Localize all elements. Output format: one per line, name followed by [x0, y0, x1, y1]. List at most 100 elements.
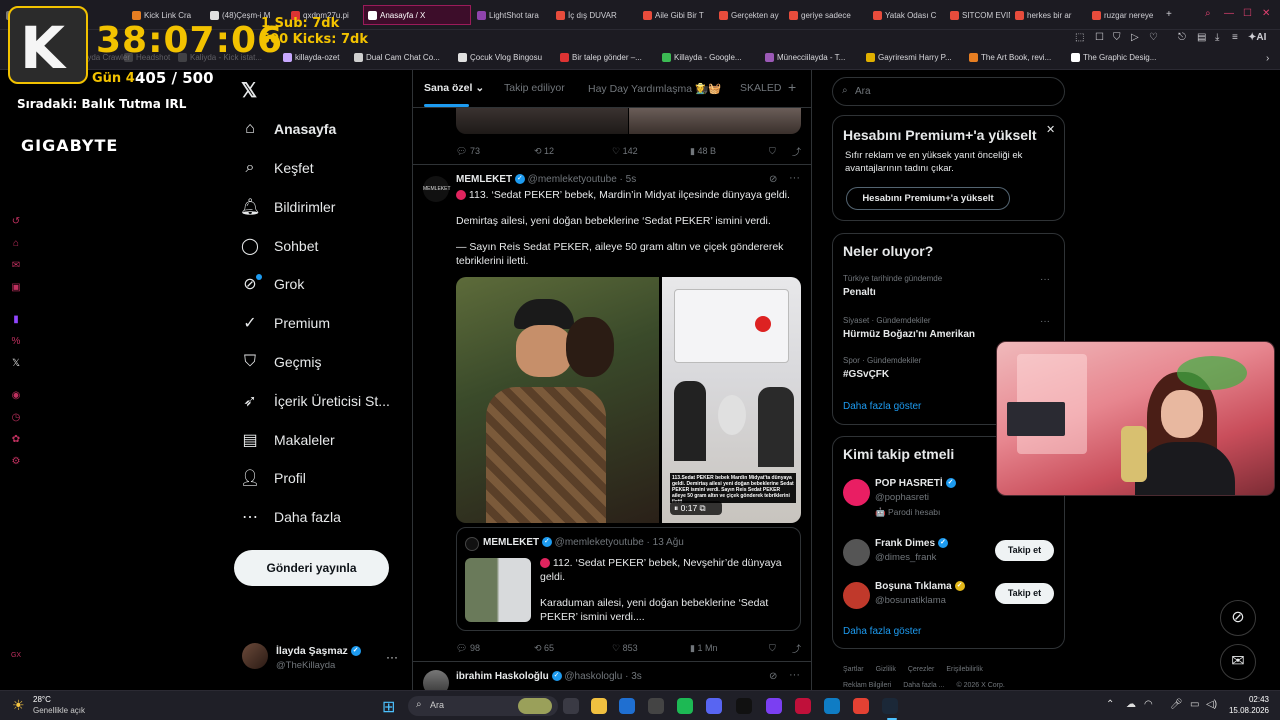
bookmark-item[interactable]: The Art Book, revi... [969, 53, 1051, 62]
trend-item[interactable]: Türkiye tarihinde gündemde Penaltı ··· [833, 274, 1064, 306]
trend-more-icon[interactable]: ··· [1040, 274, 1050, 285]
x-logo-icon[interactable]: 𝕏 [241, 78, 257, 103]
record-icon[interactable]: ◉ [10, 390, 22, 402]
share-button[interactable]: ⤴ [792, 642, 801, 655]
play-icon[interactable]: ▷ [1131, 32, 1139, 43]
shield-icon[interactable]: ⛉ [1113, 32, 1121, 43]
tab-skaled[interactable]: SKALED [740, 82, 781, 94]
premium-upgrade-button[interactable]: Hesabını Premium+'a yükselt [846, 187, 1010, 210]
next-post-author[interactable]: ibrahim Haskoloğlu [456, 671, 549, 682]
post-author[interactable]: MEMLEKET [456, 174, 512, 185]
browser-tab[interactable]: Yatak Odası C [873, 6, 945, 24]
reply-button[interactable]: 💬︎ 98 [456, 643, 480, 654]
bookmark-item[interactable]: Bir talep gönder –... [560, 53, 642, 62]
clock-icon[interactable]: ◷ [10, 412, 22, 424]
nav-item-premium[interactable]: ✓ Premium [240, 308, 330, 338]
bookmark-item[interactable]: Gayriresmi Harry P... [866, 53, 952, 62]
close-icon[interactable]: ✕ [1046, 123, 1055, 136]
trend-more-icon[interactable]: ··· [1040, 316, 1050, 327]
share-icon[interactable]: ⎋ [1178, 32, 1186, 43]
views-button[interactable]: ▮ 1 Mn [690, 643, 717, 654]
chrome-icon[interactable] [853, 698, 869, 714]
spotify-icon[interactable] [677, 698, 693, 714]
taskbar-search[interactable]: ⌕ Ara [408, 696, 558, 716]
who-show-more[interactable]: Daha fazla göster [843, 626, 921, 637]
browser-tab[interactable]: LightShot tara [477, 6, 547, 24]
clock-date[interactable]: 15.08.2026 [1224, 706, 1269, 715]
wallet-side-icon[interactable]: ▣ [10, 282, 22, 294]
video-duration[interactable]: ⏸ 0:17 ⧉ [670, 501, 722, 515]
memleket-avatar[interactable]: MEMLEKET [423, 176, 451, 202]
close-window-icon[interactable]: ✕ [1262, 8, 1270, 19]
bookmark-button[interactable]: ⛉ [769, 643, 776, 654]
footer-link[interactable]: Erişilebilirlik [946, 662, 983, 678]
post-time[interactable]: 5s [626, 174, 637, 185]
steam-icon[interactable] [882, 698, 898, 714]
github-icon[interactable] [648, 698, 664, 714]
repost-button[interactable]: ⟲ 65 [534, 643, 554, 654]
repost-button[interactable]: ⟲ 12 [534, 146, 554, 157]
account-switcher[interactable]: İlayda Şaşmaz ✓ [276, 645, 361, 657]
tab-for-you[interactable]: Sana özel ⌄ [424, 82, 484, 94]
browser-tab[interactable]: Anasayfa / X [363, 5, 471, 25]
next-post-avatar[interactable] [423, 670, 449, 690]
notepad-icon[interactable] [824, 698, 840, 714]
post-more-icon[interactable]: ··· [789, 172, 800, 184]
tray-mic-icon[interactable]: 🎤︎ [1170, 699, 1183, 710]
post-button[interactable]: Gönderi yayınla [234, 550, 389, 586]
browser-tab[interactable]: geriye sadece [789, 6, 869, 24]
browser-tab[interactable]: Aile Gibi Bir T [643, 6, 713, 24]
nav-item-article[interactable]: ▤ Makaleler [240, 425, 334, 455]
nav-item-more[interactable]: ⋯ Daha fazla [240, 502, 341, 532]
settings-icon[interactable]: ⚙ [10, 456, 22, 468]
tray-volume-icon[interactable]: ◁) [1206, 699, 1217, 710]
bookmark-item[interactable]: Münecciilayda - T... [765, 53, 845, 62]
heart-icon[interactable]: ♡ [1149, 32, 1158, 43]
bookmarks-overflow-icon[interactable]: › [1266, 53, 1269, 64]
mail-app-icon[interactable] [619, 698, 635, 714]
tray-app-icon[interactable]: ☁ [1126, 699, 1136, 710]
tray-network-icon[interactable]: ▭ [1190, 699, 1199, 710]
browser-tab[interactable]: Gerçekten ay [719, 6, 783, 24]
add-tab-icon[interactable]: + [788, 79, 796, 95]
gx-icon[interactable]: GX [10, 650, 22, 662]
account-more-icon[interactable]: ··· [386, 650, 398, 664]
menu-icon[interactable]: ≡ [1232, 32, 1238, 43]
follow-button[interactable]: Takip et [995, 540, 1054, 561]
nav-item-search[interactable]: ⌕ Keşfet [240, 153, 314, 183]
grok-post-icon[interactable]: ⊘ [769, 174, 777, 185]
percent-icon[interactable]: % [10, 336, 22, 348]
nav-item-bookmark[interactable]: ⛉ Geçmiş [240, 347, 321, 377]
reply-button[interactable]: 💬︎ 73 [456, 146, 480, 157]
browser-tab[interactable]: herkes bir ar [1015, 6, 1085, 24]
browser-tab[interactable]: ruzgar nereye [1092, 6, 1158, 24]
history-icon[interactable]: ↺ [10, 216, 22, 228]
search-tabs-icon[interactable]: ⌕ [1205, 8, 1211, 19]
prev-post-image-2[interactable] [629, 108, 801, 134]
trends-show-more[interactable]: Daha fazla göster [843, 401, 921, 412]
download-icon[interactable]: ⤓ [1215, 32, 1219, 43]
bookmark-item[interactable]: Dual Cam Chat Co... [354, 53, 440, 62]
ai-icon[interactable]: ✦AI [1248, 32, 1266, 43]
x-side-icon[interactable]: 𝕏 [10, 358, 22, 370]
mail-icon[interactable]: ✉ [10, 260, 22, 272]
search-input[interactable]: ⌕ Ara [832, 77, 1065, 106]
wallet-icon[interactable]: ▤ [1197, 32, 1206, 43]
task-view-icon[interactable] [563, 698, 579, 714]
twitch-icon[interactable]: ▮ [10, 314, 22, 326]
bookmark-item[interactable]: Killayda - Google... [662, 53, 742, 62]
footer-link[interactable]: Gizlilik [876, 662, 896, 678]
post-video[interactable]: 113.Sedat PEKER bebek Mardin Midyat'ta d… [662, 277, 801, 523]
views-button[interactable]: ▮ 48 B [690, 146, 716, 157]
weather-temp[interactable]: 28°C [33, 695, 51, 704]
post-more-icon[interactable]: ··· [789, 669, 800, 681]
new-tab-icon[interactable]: + [1166, 9, 1172, 20]
share-button[interactable]: ⤴ [792, 145, 801, 158]
who-to-follow-item[interactable]: Boşuna Tıklama ✓ @bosunatiklama Takip et [833, 580, 1064, 620]
like-button[interactable]: ♡ 142 [612, 146, 638, 157]
bookmark-item[interactable]: The Graphic Desig... [1071, 53, 1156, 62]
grok-post-icon[interactable]: ⊘ [769, 671, 777, 682]
clock-time[interactable]: 02:43 [1227, 695, 1269, 704]
nav-item-rocket[interactable]: ➶ İçerik Üreticisi St... [240, 386, 390, 416]
nav-item-home[interactable]: ⌂ Anasayfa [240, 114, 336, 144]
